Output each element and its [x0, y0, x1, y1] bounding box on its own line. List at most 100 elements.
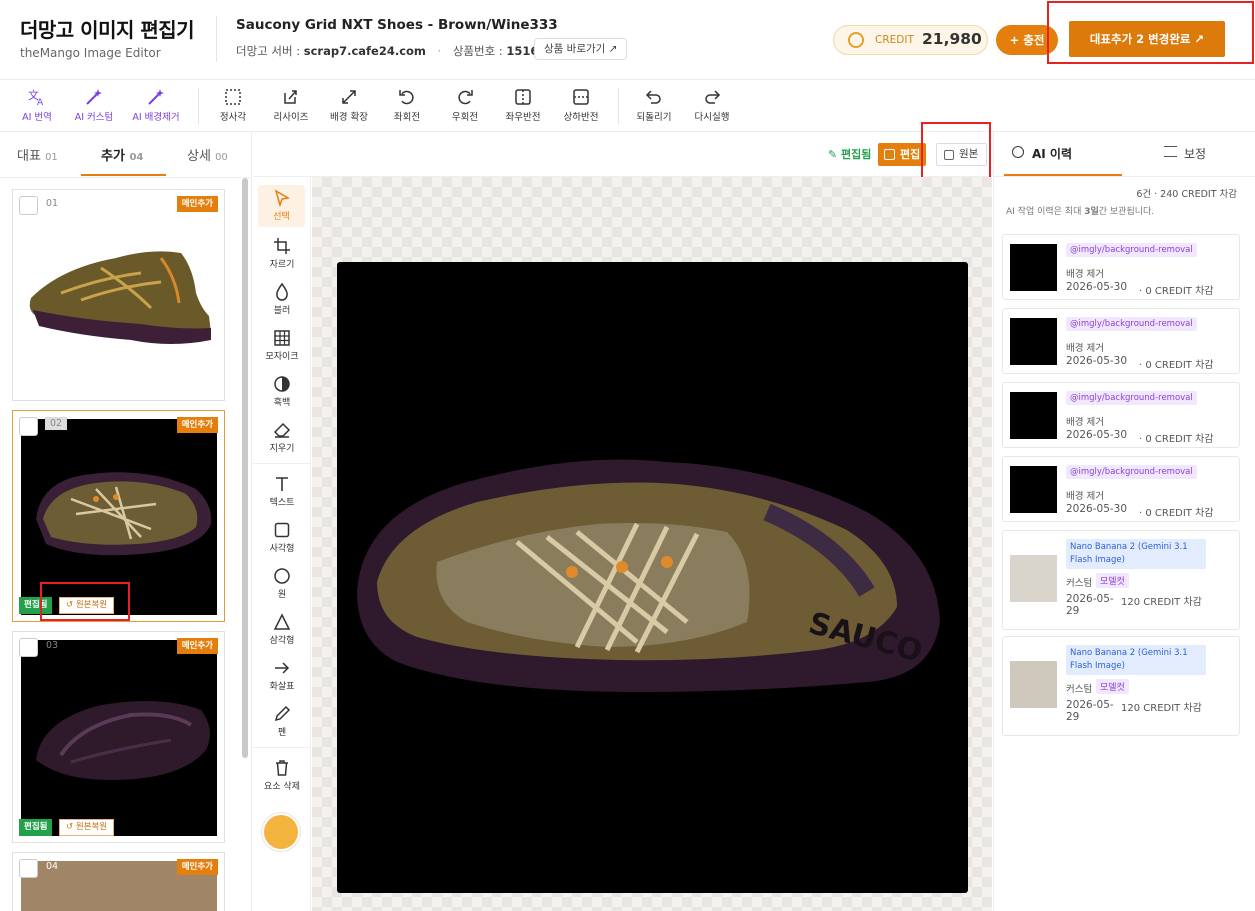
tool-eraser[interactable]: 지우기: [253, 421, 311, 454]
card-number: 04: [46, 861, 59, 872]
tool-circle[interactable]: 원: [253, 567, 311, 600]
tool-label: 되돌리기: [636, 112, 672, 123]
magic-wand-icon: [146, 88, 166, 106]
magic-wand-icon: [84, 88, 104, 106]
divider: [0, 177, 252, 178]
tool-redo[interactable]: 다시실행: [692, 88, 732, 123]
flip-horizontal-icon: [513, 88, 533, 106]
model-tag: Nano Banana 2 (Gemini 3.1 Flash Image): [1066, 539, 1206, 569]
tool-undo[interactable]: 되돌리기: [634, 88, 674, 123]
tool-delete-element[interactable]: 요소 삭제: [253, 759, 311, 792]
tool-label: 삼각형: [269, 636, 295, 646]
tab-ai-history[interactable]: AI 이력: [1012, 145, 1072, 162]
shoe-image: SAUCO: [357, 459, 940, 692]
history-item[interactable]: @imgly/background-removal 배경 제거 2026-05-…: [1002, 382, 1240, 448]
tool-label: 좌우반전: [505, 112, 541, 123]
color-picker-swatch[interactable]: [264, 815, 298, 849]
tool-triangle[interactable]: 삼각형: [253, 613, 311, 646]
tool-flip-vertical[interactable]: 상하반전: [561, 88, 601, 123]
tool-crop[interactable]: 자르기: [253, 237, 311, 270]
tab-label: 보정: [1184, 147, 1207, 161]
image-tabs: 대표 01 추가 04 상세 00: [0, 132, 252, 177]
job-cost: · 0 CREDIT 차감: [1139, 286, 1214, 297]
resize-icon: [281, 88, 301, 106]
translate-icon: 文A: [27, 88, 47, 108]
image-icon: [884, 149, 895, 160]
tool-rectangle[interactable]: 사각형: [253, 521, 311, 554]
tool-ai-custom[interactable]: AI 커스텀: [72, 88, 116, 123]
tool-label: 상하반전: [563, 112, 599, 123]
job-type: 커스텀: [1066, 578, 1093, 589]
history-thumbnail: [1010, 244, 1057, 291]
tool-square[interactable]: 정사각: [216, 88, 250, 123]
card-number: 03: [46, 640, 59, 651]
image-card[interactable]: 01 메인추가: [12, 189, 225, 401]
tab-detail[interactable]: 상세 00: [187, 145, 228, 164]
history-item[interactable]: @imgly/background-removal 배경 제거 2026-05-…: [1002, 234, 1240, 300]
tool-resize[interactable]: 리사이즈: [272, 88, 310, 123]
image-card[interactable]: 03 메인추가 편집됨 ↺ 원본복원: [12, 631, 225, 843]
tool-label: 정사각: [219, 112, 247, 123]
tool-label: 사각형: [269, 544, 295, 554]
server-label: 더망고 서버 :: [236, 44, 301, 58]
tool-label: 좌회전: [393, 112, 421, 123]
tab-additional[interactable]: 추가 04: [101, 145, 143, 164]
history-thumbnail: [1010, 318, 1057, 365]
tool-rotate-left[interactable]: 좌회전: [392, 88, 422, 123]
editing-canvas[interactable]: SAUCO: [337, 262, 968, 893]
history-icon: [1012, 146, 1024, 158]
tab-label: 상세: [187, 149, 211, 164]
tool-blur[interactable]: 블러: [253, 282, 311, 316]
tool-text[interactable]: 텍스트: [253, 475, 311, 508]
tool-ai-bg-remove[interactable]: AI 배경제거: [130, 88, 182, 123]
history-thumbnail: [1010, 661, 1057, 708]
tool-rotate-right[interactable]: 우회전: [450, 88, 480, 123]
image-card[interactable]: 04 메인추가: [12, 852, 225, 911]
model-tag: @imgly/background-removal: [1066, 391, 1197, 405]
edit-view-button[interactable]: 편집: [878, 143, 927, 166]
job-date: 2026-05-29: [1066, 699, 1114, 723]
active-tab-indicator: [81, 174, 166, 176]
select-checkbox[interactable]: [19, 859, 38, 878]
redo-icon: [702, 88, 722, 106]
note-text: AI 작업 이력은 최대: [1006, 207, 1085, 217]
tool-mosaic[interactable]: 모자이크: [253, 329, 311, 362]
model-cut-tag: 모델컷: [1096, 679, 1129, 694]
restore-original-button[interactable]: ↺ 원본복원: [59, 819, 115, 836]
tool-arrow[interactable]: 화살표: [253, 659, 311, 692]
tool-select[interactable]: 선택: [258, 185, 305, 227]
tool-bg-expand[interactable]: 배경 확장: [328, 88, 370, 123]
select-checkbox[interactable]: [19, 417, 38, 436]
tool-label: 요소 삭제: [264, 782, 300, 792]
highlight-box: [1047, 1, 1254, 64]
history-item[interactable]: Nano Banana 2 (Gemini 3.1 Flash Image) 커…: [1002, 530, 1240, 630]
job-date: 2026-05-30: [1066, 355, 1128, 367]
tab-main[interactable]: 대표 01: [17, 145, 58, 164]
tool-flip-horizontal[interactable]: 좌우반전: [503, 88, 543, 123]
app-title: 더망고 이미지 편집기: [20, 18, 195, 42]
tool-ai-translate[interactable]: 文A AI 번역: [18, 88, 56, 123]
edited-badge: 편집됨: [19, 819, 53, 836]
job-date: 2026-05-30: [1066, 281, 1128, 293]
tool-pen[interactable]: 펜: [253, 705, 311, 738]
goto-product-button[interactable]: 상품 바로가기 ↗: [534, 38, 628, 60]
pen-icon: [273, 705, 291, 723]
history-item[interactable]: @imgly/background-removal 배경 제거 2026-05-…: [1002, 456, 1240, 522]
tab-adjust[interactable]: 보정: [1164, 145, 1207, 162]
tool-label: 텍스트: [269, 498, 295, 508]
tool-label: 펜: [277, 728, 287, 738]
select-checkbox[interactable]: [19, 638, 38, 657]
image-editor-app: 더망고 이미지 편집기 theMango Image Editor Saucon…: [0, 0, 1255, 911]
job-cost: · 0 CREDIT 차감: [1139, 360, 1214, 371]
scrollbar[interactable]: [242, 178, 248, 758]
history-item[interactable]: Nano Banana 2 (Gemini 3.1 Flash Image) 커…: [1002, 636, 1240, 736]
history-item[interactable]: @imgly/background-removal 배경 제거 2026-05-…: [1002, 308, 1240, 374]
select-checkbox[interactable]: [19, 196, 38, 215]
droplet-icon: [273, 282, 291, 301]
card-number: 02: [45, 417, 68, 430]
credit-display: CREDIT 21,980: [833, 25, 988, 55]
tool-grayscale[interactable]: 흑백: [253, 375, 311, 408]
product-title: Saucony Grid NXT Shoes - Brown/Wine333: [236, 17, 558, 33]
divider: [253, 747, 311, 748]
tool-label: 자르기: [269, 260, 295, 270]
